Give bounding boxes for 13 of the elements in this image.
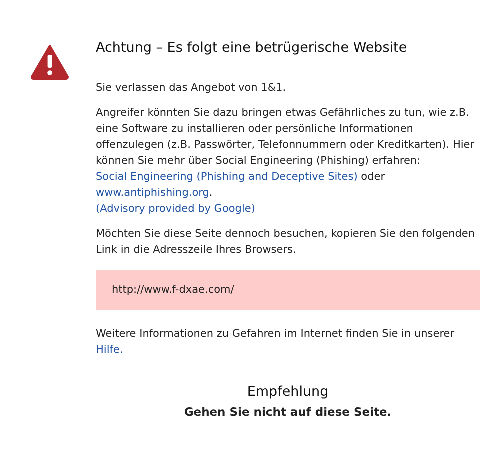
link[interactable]: www.antiphishing.org xyxy=(96,187,210,199)
url-text: http://www.f-dxae.com/ xyxy=(112,284,234,296)
recommendation-text: Gehen Sie nicht auf diese Seite. xyxy=(184,405,392,419)
recommendation-heading: Empfehlung xyxy=(246,384,330,400)
warning-title: Achtung – Es folgt eine betrügerische Website xyxy=(96,40,408,56)
help-paragraph: Weitere Informationen zu Gefahren im Internet finden Sie in unserer Hilfe. xyxy=(96,327,456,358)
intro-text: Sie verlassen das Angebot von 1&1. xyxy=(96,81,288,96)
help-link[interactable]: Hilfe. xyxy=(96,344,124,356)
warning-icon xyxy=(30,44,70,80)
warning-paragraph: Angreifer könnten Sie dazu bringen etwas Gefährliches zu tun, wie z.B. eine Software zu installieren oder persönliche Informationen offenzulegen (z.B. Passwörter, Telefonnummern oder Kreditkarten). Hier können Sie mehr über Social Engineering (Phishing) erfahren: Social Engineering (Phishing and Deceptive Sites) oder www.antiphishing.org. (Advisory provided by Google) xyxy=(96,106,476,217)
instruction-text: Möchten Sie diese Seite dennoch besuchen, kopieren Sie den folgenden Link in die Adresszeile Ihres Browsers. xyxy=(96,227,476,258)
link[interactable]: Social Engineering (Phishing and Deceptive Sites) xyxy=(96,171,358,183)
link[interactable]: (Advisory provided by Google) xyxy=(96,203,256,215)
